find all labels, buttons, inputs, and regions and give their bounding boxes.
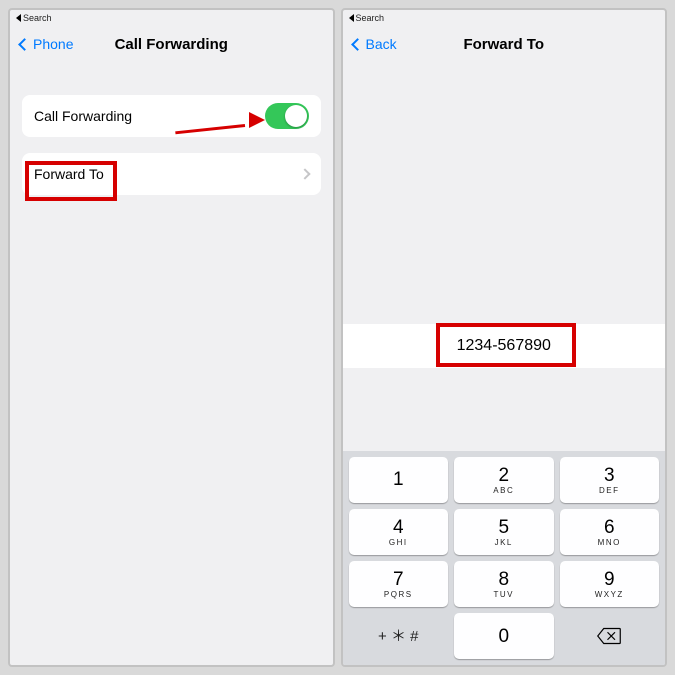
keypad-2[interactable]: 2ABC	[454, 457, 554, 503]
keypad-1[interactable]: 1	[349, 457, 449, 503]
breadcrumb[interactable]: Search	[10, 10, 333, 23]
phone-left: Search Phone Call Forwarding Call Forwar…	[8, 8, 335, 667]
chevron-right-icon	[299, 168, 310, 179]
keypad-4[interactable]: 4GHI	[349, 509, 449, 555]
breadcrumb-label: Search	[356, 13, 385, 23]
keypad-backspace[interactable]	[560, 613, 660, 659]
keypad-6[interactable]: 6MNO	[560, 509, 660, 555]
back-button[interactable]: Back	[353, 36, 397, 52]
navbar: Back Forward To	[343, 23, 666, 65]
chevron-left-icon	[351, 38, 364, 51]
row-label: Forward To	[34, 166, 104, 182]
keypad-8[interactable]: 8TUV	[454, 561, 554, 607]
chevron-left-icon	[18, 38, 31, 51]
keypad-5[interactable]: 5JKL	[454, 509, 554, 555]
back-label: Phone	[33, 36, 73, 52]
forward-number-value: 1234-567890	[457, 337, 551, 355]
forward-to-row[interactable]: Forward To	[22, 153, 321, 195]
call-forwarding-row[interactable]: Call Forwarding	[22, 95, 321, 137]
back-button[interactable]: Phone	[20, 36, 73, 52]
call-forwarding-toggle[interactable]	[265, 103, 309, 129]
backspace-icon	[597, 627, 621, 645]
keypad-9[interactable]: 9WXYZ	[560, 561, 660, 607]
toggle-knob	[285, 105, 307, 127]
breadcrumb-back-icon	[16, 14, 21, 22]
back-label: Back	[366, 36, 397, 52]
row-label: Call Forwarding	[34, 108, 132, 124]
keypad-3[interactable]: 3DEF	[560, 457, 660, 503]
keypad-0[interactable]: 0	[454, 613, 554, 659]
keypad-symbols[interactable]: + ＊ #	[349, 613, 449, 659]
phone-right: Search Back Forward To 1234-567890 1 2AB…	[341, 8, 668, 667]
numeric-keypad: 1 2ABC 3DEF 4GHI 5JKL 6MNO 7PQRS 8TUV 9W…	[343, 451, 666, 665]
navbar: Phone Call Forwarding	[10, 23, 333, 65]
breadcrumb[interactable]: Search	[343, 10, 666, 23]
forward-number-input[interactable]: 1234-567890	[343, 324, 666, 368]
breadcrumb-label: Search	[23, 13, 52, 23]
keypad-7[interactable]: 7PQRS	[349, 561, 449, 607]
breadcrumb-back-icon	[349, 14, 354, 22]
